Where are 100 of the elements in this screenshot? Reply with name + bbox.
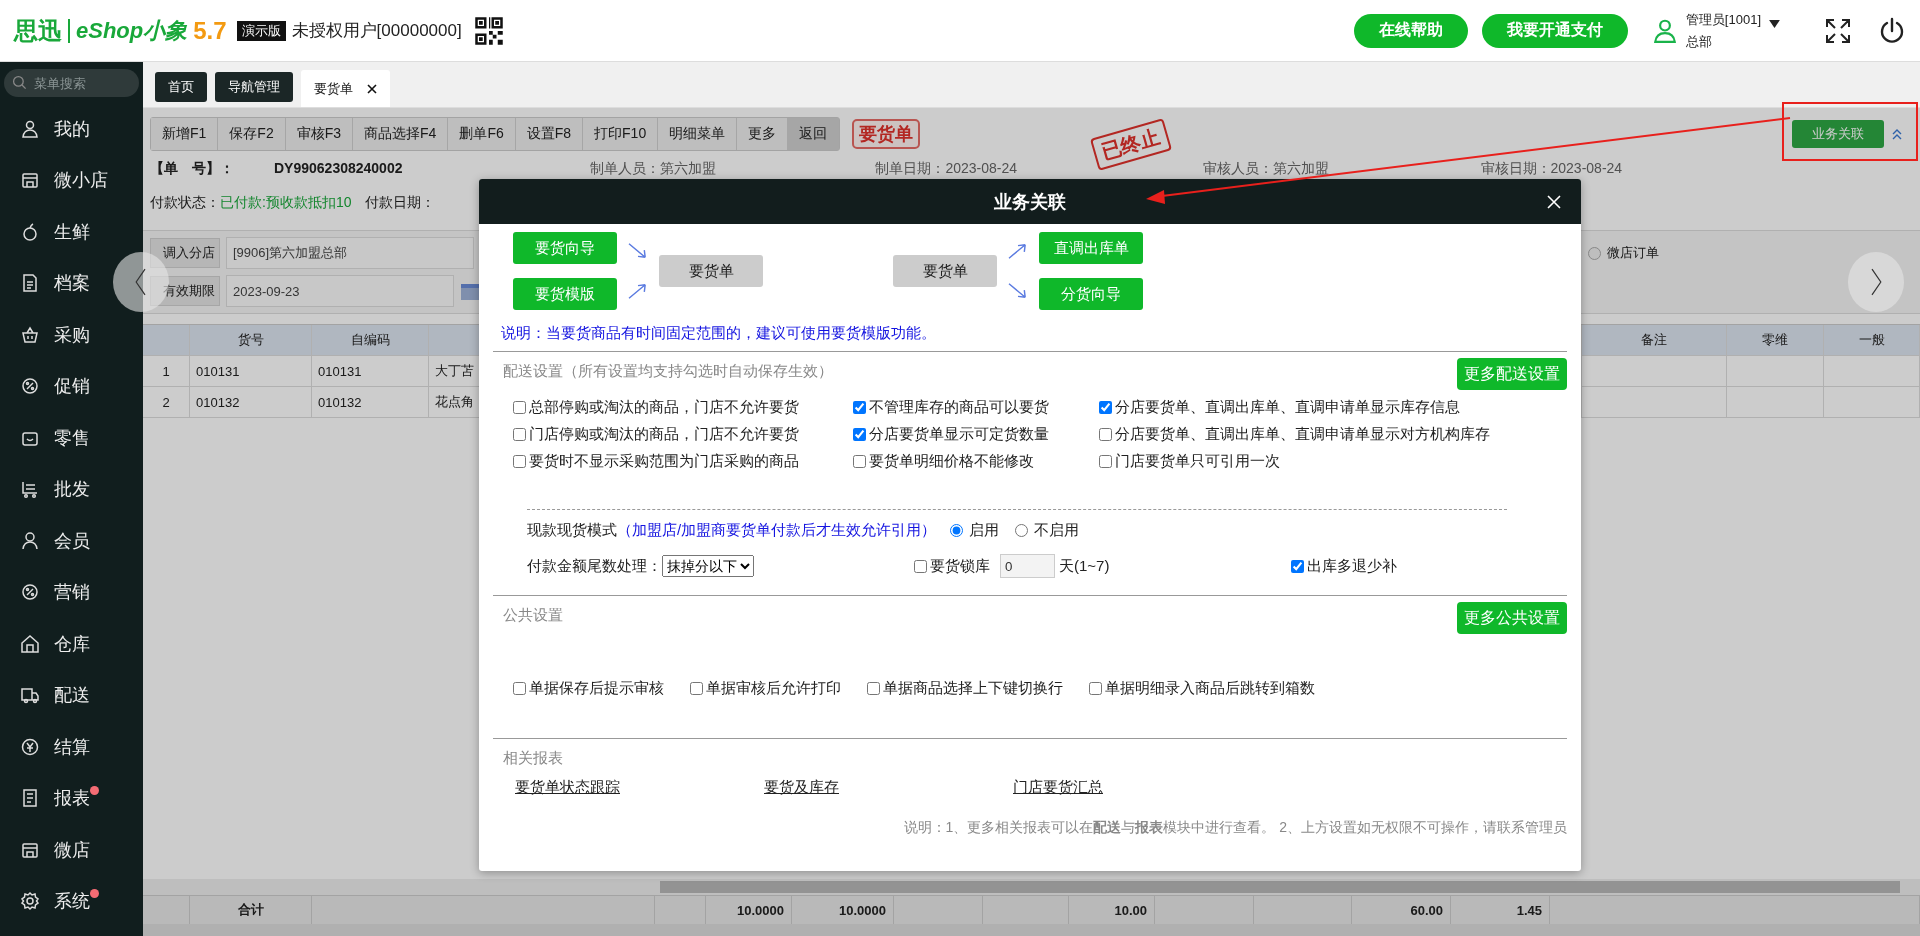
sidebar-item[interactable]: 生鲜 [0, 206, 143, 258]
radio-button[interactable] [950, 523, 964, 537]
power-icon[interactable] [1878, 16, 1906, 45]
table-cell: 010131 [312, 356, 429, 386]
badge-icon [20, 582, 40, 603]
field-label: 付款状态： [150, 194, 220, 212]
radio-button[interactable] [1588, 246, 1601, 260]
fullscreen-icon[interactable] [1824, 16, 1852, 45]
arrow-icon [1007, 282, 1029, 300]
sidebar-item[interactable]: 营销 [0, 566, 143, 618]
table-cell: 010131 [190, 356, 312, 386]
checkbox[interactable] [914, 559, 927, 573]
checkbox[interactable] [853, 401, 866, 414]
field-label: 调入分店 [150, 238, 220, 268]
tab[interactable]: 导航管理 [215, 72, 293, 102]
gear-icon [20, 891, 40, 912]
sidebar-item[interactable]: 微店 [0, 824, 143, 876]
sidebar-item[interactable]: 采购 [0, 309, 143, 361]
checkbox[interactable] [867, 681, 880, 695]
sidebar-item[interactable]: 结算 [0, 721, 143, 773]
report-link[interactable]: 要货单状态跟踪 [515, 778, 764, 797]
unit-label: 天(1~7) [1059, 556, 1110, 576]
collapse-icon[interactable] [1892, 128, 1902, 140]
checkbox[interactable] [1099, 455, 1112, 468]
arrow-icon [1007, 242, 1029, 260]
user-department: 总部 [1685, 32, 1713, 51]
checkbox[interactable] [1291, 559, 1305, 573]
sidebar-item[interactable]: 系统 [0, 875, 143, 927]
status-stamp: 已终止 [1089, 118, 1173, 171]
rounding-select[interactable]: 抹掉分以下 [662, 555, 754, 577]
option-label: 单据明细录入商品后跳转到箱数 [1105, 678, 1315, 698]
sidebar-item[interactable]: 促销 [0, 360, 143, 412]
table-cell: 2 [143, 387, 190, 417]
document-icon [20, 788, 40, 809]
tab[interactable]: 首页 [155, 72, 207, 102]
total-value: 10.00 [1114, 902, 1147, 918]
close-icon[interactable] [367, 83, 377, 94]
yen-icon [20, 736, 40, 757]
version-label: 5.7 [193, 16, 227, 45]
store-field[interactable]: [9906]第六加盟总部 [226, 237, 474, 269]
checkbox[interactable] [513, 428, 526, 441]
checkbox[interactable] [853, 428, 866, 441]
option-label: 单据审核后允许打印 [706, 678, 841, 698]
checkbox[interactable] [513, 455, 526, 468]
field-label: 付款金额尾数处理： [527, 556, 662, 576]
field-label: 有效期限 [150, 276, 220, 306]
option-label: 门店停购或淘汰的商品，门店不允许要货 [529, 425, 799, 444]
arrow-icon [627, 282, 649, 300]
sidebar-item[interactable]: 微小店 [0, 154, 143, 206]
toolbar-button[interactable]: 返回 [788, 118, 840, 150]
sidebar-item[interactable]: 档案 [0, 257, 143, 309]
section-title: 相关报表 [502, 748, 564, 768]
radio-button[interactable] [1015, 523, 1029, 537]
checkbox[interactable] [1099, 401, 1112, 414]
tab[interactable]: 要货单 [301, 70, 390, 107]
field-value: 已付款:预收款抵扣10 [220, 194, 352, 212]
table-cell: 1 [143, 356, 190, 386]
user-name[interactable]: 管理员[1001] [1685, 10, 1761, 29]
dialog-title: 业务关联 [994, 190, 1066, 214]
field-label: 制单人员： [589, 160, 660, 178]
total-value: 1.45 [1516, 902, 1542, 918]
checkbox[interactable] [690, 681, 703, 695]
checkbox[interactable] [513, 681, 526, 695]
report-link[interactable]: 要货及库存 [764, 778, 1013, 797]
option-label: 微店订单 [1607, 244, 1659, 262]
checkbox[interactable] [1089, 681, 1102, 695]
toolbar-button[interactable]: 新增F1 [151, 118, 219, 150]
table-header-cell: 一般 [1824, 325, 1920, 355]
section-title: 公共设置 [502, 605, 563, 625]
field-label: 付款日期： [365, 194, 436, 212]
caret-icon[interactable] [1769, 20, 1780, 29]
checkbox[interactable] [853, 455, 866, 468]
sidebar-item[interactable]: 配送 [0, 669, 143, 721]
sidebar-item[interactable]: 我的 [0, 103, 143, 155]
sidebar-item[interactable]: 批发 [0, 463, 143, 515]
sidebar-item[interactable]: 报表 [0, 772, 143, 824]
sidebar-item[interactable]: 会员 [0, 515, 143, 567]
house-icon [20, 633, 40, 654]
calendar-icon[interactable] [460, 281, 480, 301]
sidebar-item[interactable]: 零售 [0, 412, 143, 464]
search-icon [12, 75, 28, 91]
checkbox[interactable] [1099, 428, 1112, 441]
report-link[interactable]: 门店要货汇总 [1013, 778, 1103, 797]
checkbox[interactable] [513, 401, 526, 414]
scrollbar[interactable] [660, 881, 1900, 893]
option-label: 单据商品选择上下键切换行 [883, 678, 1063, 698]
table-header-cell: 零维 [1727, 325, 1824, 355]
scrollbar[interactable] [143, 924, 1920, 936]
arrow-icon [627, 242, 649, 260]
option-label: 分店要货单、直调出库单、直调申请单显示对方机构库存 [1115, 425, 1490, 444]
option-label: 单据保存后提示审核 [529, 678, 664, 698]
sidebar-item[interactable]: 仓库 [0, 618, 143, 670]
option-label: 要货锁库 [930, 556, 990, 576]
option-label: 分店要货单、直调出库单、直调申请单显示库存信息 [1115, 398, 1460, 417]
flow-node: 要货单 [659, 255, 763, 287]
option-label: 门店要货单只可引用一次 [1115, 452, 1280, 471]
date-field[interactable]: 2023-09-23 [226, 275, 454, 307]
menu-search-field[interactable]: 菜单搜索 [4, 69, 139, 97]
note-text: 说明：当要货商品有时间固定范围的，建议可使用要货模版功能。 [501, 324, 937, 343]
qr-code-icon[interactable] [473, 15, 504, 46]
